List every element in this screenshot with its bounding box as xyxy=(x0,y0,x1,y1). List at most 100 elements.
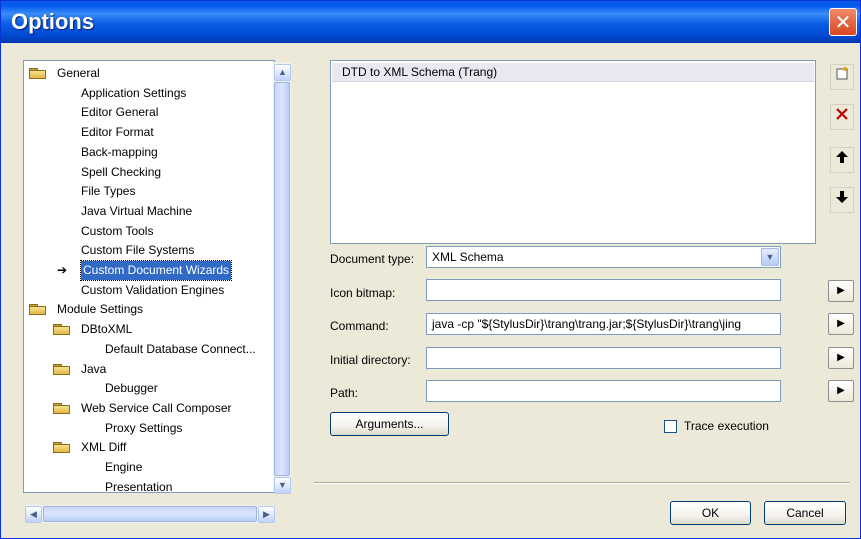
document-type-label: Document type: xyxy=(330,252,415,266)
chevron-left-icon: ◀ xyxy=(30,509,37,519)
scroll-right-button[interactable]: ▶ xyxy=(258,506,275,523)
tree-item[interactable]: ➔ Custom Document Wizards xyxy=(24,260,274,281)
move-up-button[interactable] xyxy=(830,147,854,173)
folder-icon xyxy=(29,68,47,80)
chevron-up-icon: ▲ xyxy=(278,67,287,77)
title-bar[interactable]: Options ✕ xyxy=(1,1,860,43)
tree-item[interactable]: Presentation xyxy=(24,478,274,493)
chevron-down-icon: ▼ xyxy=(765,252,775,262)
options-tree[interactable]: General Application Settings Editor Genera… xyxy=(23,60,275,493)
tree-item[interactable]: Custom File Systems xyxy=(24,241,274,260)
tree-item-label: Default Database Connect... xyxy=(105,341,256,356)
cancel-button[interactable]: Cancel xyxy=(764,501,846,525)
tree-item-label: Spell Checking xyxy=(81,164,162,179)
tree-item[interactable]: General xyxy=(24,64,274,83)
trace-execution-checkbox[interactable] xyxy=(664,420,677,433)
scroll-up-button[interactable]: ▲ xyxy=(274,64,291,81)
tree-item-label: Application Settings xyxy=(81,85,187,100)
icon-bitmap-browse-button[interactable]: ▶ xyxy=(828,280,854,302)
tree-item-label: Module Settings xyxy=(57,302,144,317)
list-item[interactable]: DTD to XML Schema (Trang) xyxy=(332,63,814,82)
tree-item-label: Custom Tools xyxy=(81,223,154,238)
tree-item-label: Proxy Settings xyxy=(105,420,183,435)
chevron-right-icon: ▶ xyxy=(263,509,270,519)
tree-item-label: Java xyxy=(81,361,107,376)
path-label: Path: xyxy=(330,386,359,400)
folder-icon xyxy=(29,304,47,316)
separator xyxy=(314,482,850,484)
initial-directory-label: Initial directory: xyxy=(330,353,411,367)
move-down-button[interactable] xyxy=(830,187,854,213)
trace-execution-label: Trace execution xyxy=(684,419,769,433)
arrow-up-icon xyxy=(836,151,848,163)
scroll-thumb[interactable] xyxy=(274,82,290,476)
document-type-value: XML Schema xyxy=(432,250,504,264)
new-icon xyxy=(836,67,848,80)
folder-icon xyxy=(53,442,71,454)
delete-button[interactable] xyxy=(830,104,854,130)
tree-item-label: Web Service Call Composer xyxy=(81,400,232,415)
tree-item[interactable]: Editor General xyxy=(24,103,274,122)
play-icon: ▶ xyxy=(837,385,845,396)
icon-bitmap-field[interactable] xyxy=(426,279,781,301)
close-button[interactable]: ✕ xyxy=(829,8,857,36)
scroll-down-button[interactable]: ▼ xyxy=(274,477,291,494)
tree-item[interactable]: Proxy Settings xyxy=(24,419,274,438)
tree-item[interactable]: DBtoXML xyxy=(24,320,274,339)
delete-icon xyxy=(836,108,848,120)
tree-item[interactable]: Spell Checking xyxy=(24,163,274,182)
tree-item[interactable]: Back-mapping xyxy=(24,143,274,162)
chevron-down-icon: ▼ xyxy=(278,480,287,490)
dropdown-button[interactable]: ▼ xyxy=(761,248,779,266)
tree-item-label: Engine xyxy=(105,460,143,474)
play-icon: ▶ xyxy=(837,285,845,296)
tree-item-label: XML Diff xyxy=(81,440,127,455)
tree-item[interactable]: Editor Format xyxy=(24,123,274,142)
tree-item-label: Editor Format xyxy=(81,125,154,140)
tree-item[interactable]: Custom Validation Engines xyxy=(24,281,274,300)
tree-vertical-scrollbar[interactable]: ▲ ▼ xyxy=(273,62,291,494)
tree-item[interactable]: Java xyxy=(24,360,274,379)
folder-icon xyxy=(53,324,71,336)
options-dialog: Options ✕ General Application Settings Edi… xyxy=(0,0,861,539)
play-icon: ▶ xyxy=(837,352,845,363)
initial-directory-field[interactable] xyxy=(426,347,781,369)
command-browse-button[interactable]: ▶ xyxy=(828,313,854,335)
tree-item[interactable]: Custom Tools xyxy=(24,222,274,241)
arguments-button[interactable]: Arguments... xyxy=(330,412,449,436)
tree-item-label: Custom File Systems xyxy=(81,243,195,258)
horizontal-scroll-thumb[interactable] xyxy=(43,506,257,522)
path-field[interactable] xyxy=(426,380,781,402)
ok-button[interactable]: OK xyxy=(670,501,751,525)
tree-item[interactable]: Engine xyxy=(24,458,274,477)
tree-item[interactable]: Module Settings xyxy=(24,300,274,319)
tree-item-label: Java Virtual Machine xyxy=(81,203,193,218)
play-icon: ▶ xyxy=(837,318,845,329)
tree-item[interactable]: Web Service Call Composer xyxy=(24,399,274,418)
tree-item[interactable]: File Types xyxy=(24,182,274,201)
document-type-select[interactable]: XML Schema ▼ xyxy=(426,246,781,268)
path-browse-button[interactable]: ▶ xyxy=(828,380,854,402)
arrow-down-icon xyxy=(836,191,848,203)
command-field[interactable]: java -cp "${StylusDir}\trang\trang.jar;$… xyxy=(426,313,781,335)
new-button[interactable] xyxy=(830,64,854,90)
tree-item[interactable]: Application Settings xyxy=(24,84,274,103)
tree-horizontal-scrollbar[interactable]: ◀ ▶ xyxy=(25,505,275,523)
tree-item[interactable]: Debugger xyxy=(24,379,274,398)
initial-directory-browse-button[interactable]: ▶ xyxy=(828,347,854,369)
tree-item[interactable]: Java Virtual Machine xyxy=(24,202,274,221)
folder-icon xyxy=(53,363,71,376)
tree-item-label: Editor General xyxy=(81,105,159,120)
wizard-list[interactable]: DTD to XML Schema (Trang) xyxy=(330,60,816,244)
icon-bitmap-label: Icon bitmap: xyxy=(330,286,396,300)
tree-item-label: Back-mapping xyxy=(81,144,158,159)
current-item-arrow-icon: ➔ xyxy=(57,263,68,277)
tree-item-label: File Types xyxy=(81,184,136,199)
command-label: Command: xyxy=(330,319,389,333)
tree-item[interactable]: XML Diff xyxy=(24,438,274,457)
tree-item-label: Debugger xyxy=(105,381,158,396)
tree-item[interactable]: Default Database Connect... xyxy=(24,340,274,359)
tree-item-label: General xyxy=(57,66,100,80)
tree-item-label: Presentation xyxy=(105,479,173,493)
scroll-left-button[interactable]: ◀ xyxy=(25,506,42,523)
